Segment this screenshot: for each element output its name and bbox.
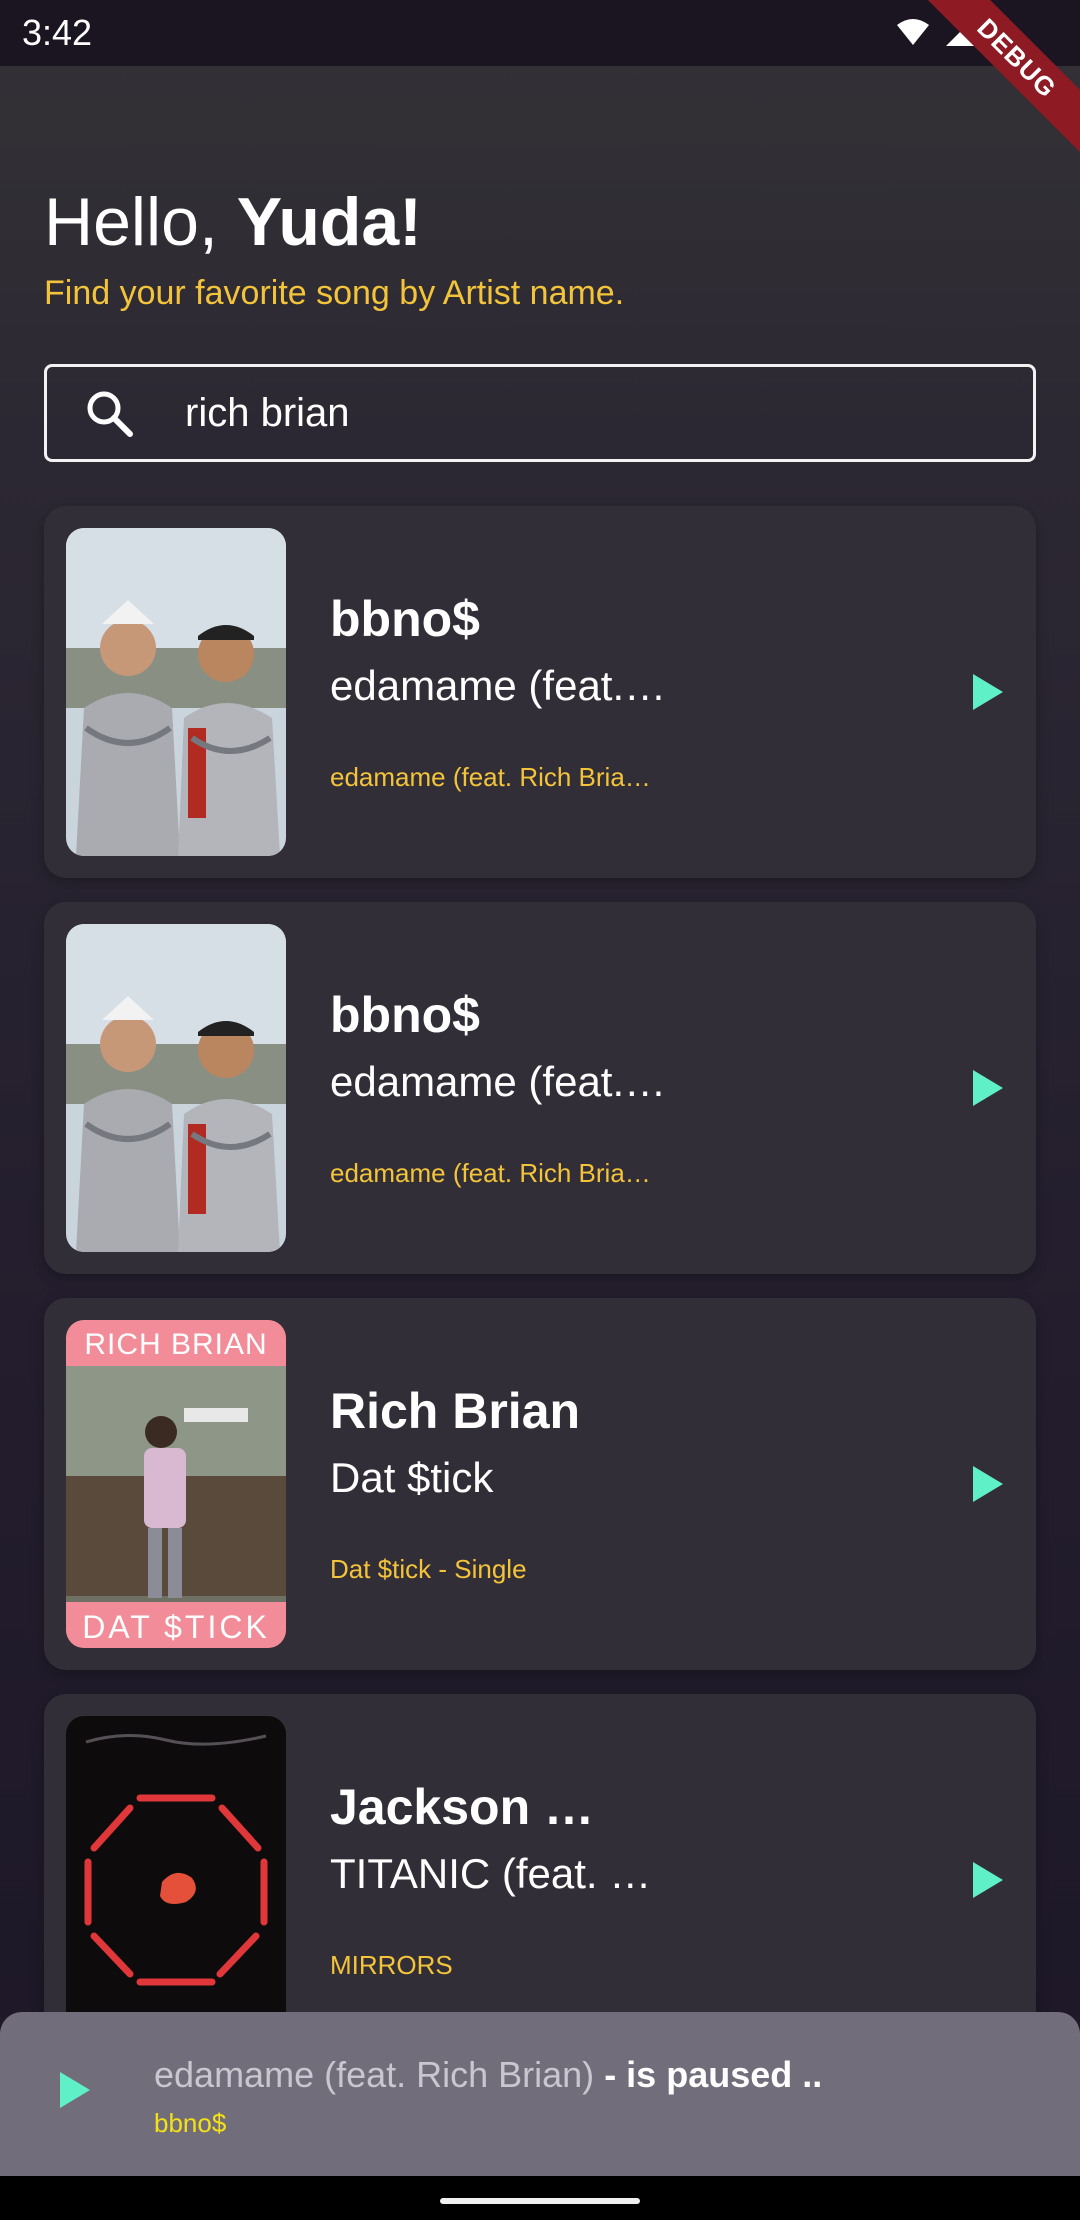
- greeting-prefix: Hello,: [44, 184, 237, 260]
- album-cover-armor: [66, 924, 286, 1252]
- song-title: edamame (feat.…: [330, 1058, 667, 1105]
- search-box[interactable]: [44, 364, 1036, 462]
- mini-player-play-button[interactable]: [58, 2070, 106, 2118]
- play-button[interactable]: [964, 1856, 1012, 1904]
- song-artist: bbno$: [330, 591, 480, 647]
- greeting-subtitle: Find your favorite song by Artist name.: [44, 274, 625, 312]
- song-album: Dat $tick - Single: [330, 1554, 527, 1584]
- song-title: edamame (feat.…: [330, 662, 667, 709]
- search-icon[interactable]: [83, 387, 135, 439]
- status-bar: 3:42: [0, 0, 1080, 66]
- wifi-icon: [897, 19, 929, 45]
- mini-player-artist: bbno$: [154, 2108, 227, 2138]
- mini-player-track: edamame (feat. Rich Brian): [154, 2054, 595, 2095]
- song-list: bbno$ edamame (feat.… edamame (feat. Ric…: [44, 506, 1036, 2090]
- home-indicator[interactable]: [440, 2198, 640, 2204]
- system-nav-bar: [0, 2176, 1080, 2220]
- album-cover-mirrors: [66, 1716, 286, 2044]
- mini-player-title: edamame (feat. Rich Brian) - is paused .…: [154, 2054, 822, 2096]
- song-artist: Jackson …: [330, 1779, 595, 1835]
- song-card[interactable]: bbno$ edamame (feat.… edamame (feat. Ric…: [44, 902, 1036, 1274]
- play-button[interactable]: [964, 1064, 1012, 1112]
- song-card[interactable]: Jackson … TITANIC (feat. … MIRRORS: [44, 1694, 1036, 2066]
- song-artist: Rich Brian: [330, 1383, 581, 1439]
- song-card[interactable]: RICH BRIAN DAT $TICK Rich Brian Dat $tic…: [44, 1298, 1036, 1670]
- song-album: edamame (feat. Rich Bria…: [330, 1158, 651, 1188]
- play-icon: [973, 1466, 1003, 1502]
- search-input[interactable]: [185, 390, 1033, 436]
- user-name: Yuda!: [236, 184, 422, 260]
- song-title: Dat $tick: [330, 1454, 494, 1501]
- play-icon: [973, 674, 1003, 710]
- app-screen: 3:42 DEBUG Hello, Yuda! Find your favori…: [0, 0, 1080, 2220]
- play-icon: [973, 1070, 1003, 1106]
- play-icon: [60, 2072, 90, 2108]
- album-cover-armor: [66, 528, 286, 856]
- song-album: edamame (feat. Rich Bria…: [330, 762, 651, 792]
- svg-text:DAT $TICK: DAT $TICK: [82, 1609, 270, 1645]
- svg-text:RICH BRIAN: RICH BRIAN: [84, 1328, 267, 1361]
- play-button[interactable]: [964, 1460, 1012, 1508]
- mini-player[interactable]: edamame (feat. Rich Brian) - is paused .…: [0, 2012, 1080, 2176]
- song-card[interactable]: bbno$ edamame (feat.… edamame (feat. Ric…: [44, 506, 1036, 878]
- greeting-title: Hello, Yuda!: [44, 182, 422, 262]
- song-title: TITANIC (feat. …: [330, 1850, 652, 1897]
- play-button[interactable]: [964, 668, 1012, 716]
- status-time: 3:42: [22, 12, 93, 53]
- song-album: MIRRORS: [330, 1950, 453, 1980]
- play-icon: [973, 1862, 1003, 1898]
- mini-player-status: - is paused ..: [594, 2054, 823, 2095]
- song-artist: bbno$: [330, 987, 480, 1043]
- album-cover-dat-stick: RICH BRIAN DAT $TICK: [66, 1320, 286, 1648]
